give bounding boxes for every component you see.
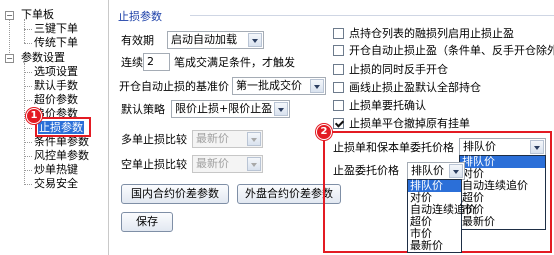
- option-label: 止损单平仓撤掉原有挂单: [349, 117, 470, 130]
- checkbox-checked[interactable]: [333, 118, 344, 129]
- tree-item-hotkeys[interactable]: 炒单热键: [34, 163, 78, 177]
- tree-item-trade-security[interactable]: 交易安全: [34, 177, 78, 191]
- group-divider: [190, 15, 554, 16]
- multi-stop-label: 多单止损比较: [121, 133, 187, 146]
- take-profit-price-dropdown: 排队价 对价 自动连续追价 超价 市价 最新价: [407, 179, 476, 253]
- option-label: 点持仓列表的融损列启用止损止盈: [349, 27, 514, 40]
- chevron-down-icon: [247, 132, 261, 146]
- tree-item-option-settings[interactable]: 选项设置: [34, 65, 78, 79]
- checkbox[interactable]: [333, 82, 344, 93]
- validity-select[interactable]: 启动自动加载: [167, 31, 264, 49]
- group-title: 止损参数: [118, 10, 162, 23]
- stop-order-price-label: 止损单和保本单委托价格: [333, 141, 454, 154]
- option-label: 画线止损止盈默认全部持仓: [349, 81, 481, 94]
- default-strategy-select[interactable]: 限价止损+限价止盈: [171, 100, 290, 118]
- short-stop-select[interactable]: 最新价: [192, 155, 263, 173]
- short-stop-label: 空单止损比较: [121, 158, 187, 171]
- tree-item-three-key-order[interactable]: 三键下单: [34, 22, 78, 36]
- tree-item-label: 炒单热键: [34, 163, 78, 176]
- default-strategy-label: 默认策略: [121, 103, 165, 116]
- option-label: 止损的同时反手开仓: [349, 63, 448, 76]
- serial-count-input[interactable]: 2: [143, 53, 170, 71]
- option-label: 开仓自动止损止盈（条件单、反手开仓除外）: [349, 44, 554, 57]
- validity-value: 启动自动加载: [171, 33, 237, 46]
- tree-item-label: 三键下单: [34, 22, 78, 35]
- stop-order-price-dropdown: 排队价 对价 自动连续追价 超价 市价 最新价: [459, 155, 546, 230]
- tree-item-order-board[interactable]: 下单板: [21, 8, 54, 22]
- take-profit-price-label: 止盈委托价格: [333, 164, 399, 177]
- serial-label: 连续: [121, 56, 143, 69]
- domestic-spread-button[interactable]: 国内合约价差参数: [121, 184, 229, 204]
- tree-item-label: 超价参数: [34, 93, 78, 106]
- collapse-icon[interactable]: −: [5, 54, 14, 63]
- auto-stop-price-select[interactable]: 第一批成交价: [232, 77, 326, 95]
- dropdown-option[interactable]: 最新价: [408, 240, 461, 252]
- save-button[interactable]: 保存: [121, 212, 173, 232]
- tree-item-label: 默认手数: [34, 79, 78, 92]
- stop-order-price-value: 排队价: [463, 140, 496, 153]
- tree-item-default-lots[interactable]: 默认手数: [34, 79, 78, 93]
- validity-label: 有效期: [121, 34, 154, 47]
- tree-item-overprice-params[interactable]: 超价参数: [34, 93, 78, 107]
- checkbox[interactable]: [333, 28, 344, 39]
- stop-order-price-select[interactable]: 排队价: [459, 138, 546, 156]
- chevron-down-icon: [247, 157, 261, 171]
- tree-item-label: 交易安全: [34, 177, 78, 190]
- checkbox[interactable]: [333, 64, 344, 75]
- checkbox[interactable]: [333, 45, 344, 56]
- collapse-icon[interactable]: −: [5, 11, 14, 20]
- chevron-down-icon: [449, 164, 463, 178]
- tree-item-conditional-params[interactable]: 条件单参数: [34, 135, 89, 149]
- chevron-down-icon: [530, 140, 544, 154]
- tree-item-parameter-settings[interactable]: 参数设置: [21, 51, 65, 65]
- chevron-down-icon: [274, 102, 288, 116]
- chevron-down-icon: [310, 79, 324, 93]
- default-strategy-value: 限价止损+限价止盈: [175, 102, 273, 115]
- multi-stop-value: 最新价: [196, 132, 229, 145]
- take-profit-price-select[interactable]: 排队价: [407, 162, 465, 180]
- checkbox[interactable]: [333, 100, 344, 111]
- tree-item-label: 风控单参数: [34, 149, 89, 162]
- tree-item-risk-params[interactable]: 风控单参数: [34, 149, 89, 163]
- chevron-down-icon: [248, 33, 262, 47]
- highlight-box-tree: [35, 117, 91, 137]
- auto-stop-price-label: 开仓自动止损的基准价: [119, 80, 229, 93]
- step-badge-2: 2: [316, 124, 332, 140]
- multi-stop-select[interactable]: 最新价: [192, 130, 263, 148]
- dropdown-option[interactable]: 最新价: [460, 216, 545, 228]
- auto-stop-price-value: 第一批成交价: [236, 79, 302, 92]
- step-badge-1: 1: [26, 108, 42, 124]
- tree-item-label: 下单板: [21, 8, 54, 21]
- tree-item-label: 传统下单: [34, 36, 78, 49]
- short-stop-value: 最新价: [196, 157, 229, 170]
- tree-item-label: 选项设置: [34, 65, 78, 78]
- take-profit-price-value: 排队价: [411, 164, 444, 177]
- option-label: 止损单要托确认: [349, 99, 426, 112]
- tree-item-traditional-order[interactable]: 传统下单: [34, 36, 78, 50]
- serial-suffix-label: 笔成交满足条件，才触发: [174, 56, 295, 69]
- tree-item-label: 参数设置: [21, 51, 65, 64]
